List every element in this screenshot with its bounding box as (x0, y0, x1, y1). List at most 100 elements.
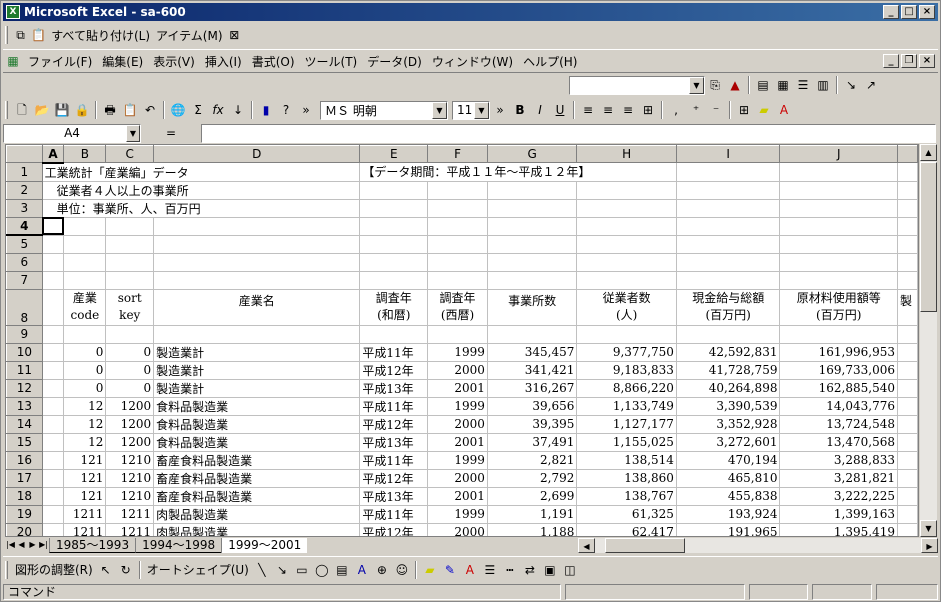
align-right-icon[interactable]: ≡ (620, 102, 636, 118)
autosum-icon[interactable]: Σ (190, 102, 206, 118)
clipart-icon[interactable]: ☺ (394, 562, 410, 578)
font-color-icon[interactable]: A (776, 102, 792, 118)
bold-icon[interactable]: B (512, 102, 528, 118)
cell-employees[interactable]: 62,417 (576, 523, 677, 536)
cell-a[interactable] (42, 505, 65, 524)
cell-employees[interactable]: 1,155,025 (576, 433, 677, 452)
cell-establishments[interactable]: 316,267 (487, 379, 578, 398)
cell-employees[interactable]: 9,183,833 (576, 361, 677, 380)
vertical-scroll-thumb[interactable] (920, 162, 937, 312)
cell-a[interactable] (42, 361, 65, 380)
cell-industry[interactable]: 畜産食料品製造業 (153, 469, 361, 488)
row-header[interactable]: 19 (6, 504, 43, 524)
cell-year-ad[interactable]: 2001 (427, 379, 488, 398)
column-header[interactable]: H (576, 145, 677, 163)
cell-year-ad[interactable]: 1999 (427, 397, 488, 416)
clear-clipboard-icon[interactable]: ⊠ (228, 27, 241, 43)
permission-icon[interactable]: 🔒 (74, 102, 90, 118)
cell-a[interactable] (42, 487, 65, 506)
cell-a[interactable] (42, 325, 65, 344)
row-header[interactable]: 10 (6, 342, 43, 362)
comma-style-icon[interactable]: , (668, 102, 684, 118)
cell-industry[interactable]: 畜産食料品製造業 (153, 487, 361, 506)
cell-year-jp[interactable]: 平成12年 (359, 415, 429, 434)
cell-materials[interactable]: 14,043,776 (779, 397, 898, 416)
formula-input[interactable] (201, 123, 936, 143)
next-sheet-icon[interactable]: ▶ (27, 538, 38, 552)
row-header[interactable]: 3 (6, 198, 43, 218)
cell-year-jp[interactable]: 平成11年 (359, 505, 429, 524)
vertical-scrollbar[interactable]: ▲ ▼ (919, 144, 937, 537)
column-header[interactable]: G (486, 145, 578, 163)
header-sortkey[interactable]: sort key (105, 289, 155, 326)
row-header[interactable]: 8 (6, 288, 43, 326)
maximize-button[interactable]: □ (901, 5, 917, 19)
cell-wages[interactable]: 42,592,831 (676, 343, 781, 362)
cell-a[interactable] (42, 415, 65, 434)
cell-year-ad[interactable]: 1999 (427, 451, 488, 470)
worksheet-grid[interactable]: A B C D E F G H I J 1 工業統計「産業編」データ 【データ期… (5, 144, 919, 537)
cell-a[interactable] (42, 433, 65, 452)
italic-icon[interactable]: I (532, 102, 548, 118)
row-header[interactable]: 18 (6, 486, 43, 506)
cell-materials[interactable]: 3,222,225 (779, 487, 898, 506)
header-year-ad[interactable]: 調査年 (西暦) (427, 289, 488, 326)
3d-icon[interactable]: ◫ (562, 562, 578, 578)
paste-all-icon[interactable]: 📋 (31, 27, 46, 43)
doc-restore-button[interactable]: ❐ (901, 54, 917, 68)
cell-industry[interactable]: 肉製品製造業 (153, 523, 361, 536)
new-file-icon[interactable]: 🗋 (14, 102, 30, 118)
cell-materials[interactable]: 161,996,953 (779, 343, 898, 362)
row-header[interactable]: 2 (6, 180, 43, 200)
cell-next[interactable] (897, 343, 918, 362)
chart-type-icon[interactable]: ▲ (727, 77, 743, 93)
cell-employees[interactable]: 61,325 (576, 505, 677, 524)
doc-minimize-button[interactable]: _ (883, 54, 899, 68)
row-header[interactable]: 9 (6, 324, 43, 344)
header-employees[interactable]: 従業者数 (人) (576, 289, 677, 326)
font-size-select[interactable]: 11 ▼ (452, 100, 490, 120)
cell-materials[interactable]: 169,733,006 (779, 361, 898, 380)
increase-decimal-icon[interactable]: ⁺ (688, 102, 704, 118)
cell-next[interactable] (897, 487, 918, 506)
cell-next[interactable] (897, 469, 918, 488)
menu-window[interactable]: ウィンドウ(W) (427, 51, 518, 71)
cell-code[interactable]: 1211 (63, 523, 107, 536)
scroll-down-icon[interactable]: ▼ (920, 520, 937, 537)
column-header[interactable]: C (105, 145, 155, 163)
data-table-icon[interactable]: ▦ (775, 77, 791, 93)
cell-code[interactable]: 12 (63, 397, 107, 416)
cell-sortkey[interactable]: 1200 (105, 397, 155, 416)
cell-sortkey[interactable] (105, 325, 155, 344)
align-left-icon[interactable]: ≡ (580, 102, 596, 118)
cell-year-ad[interactable]: 2000 (427, 523, 488, 536)
help-icon[interactable]: ? (278, 102, 294, 118)
cell-note[interactable]: 従業者４人以上の事業所 (42, 181, 361, 200)
cell-a[interactable] (42, 343, 65, 362)
scroll-up-icon[interactable]: ▲ (920, 144, 937, 161)
toolbar-gripper[interactable] (5, 101, 8, 119)
angle-text-down-icon[interactable]: ↘ (843, 77, 859, 93)
cell-sortkey[interactable]: 1211 (105, 505, 155, 524)
cell-establishments[interactable]: 2,699 (487, 487, 578, 506)
column-header[interactable]: E (359, 145, 429, 163)
open-folder-icon[interactable]: 📂 (34, 102, 50, 118)
arrow-style-icon[interactable]: ⇄ (522, 562, 538, 578)
angle-text-up-icon[interactable]: ↗ (863, 77, 879, 93)
cell-a[interactable] (42, 451, 65, 470)
toolbar-gripper[interactable] (5, 26, 8, 44)
draw-adjust-menu[interactable]: 図形の調整(R) (12, 560, 96, 580)
cell-year-ad[interactable]: 2001 (427, 487, 488, 506)
cell-industry[interactable]: 食料品製造業 (153, 415, 361, 434)
item-dropdown[interactable]: アイテム(M) (153, 25, 226, 45)
function-icon[interactable]: fx (210, 102, 226, 118)
cell-code[interactable]: 1211 (63, 505, 107, 524)
cell-year-ad[interactable]: 1999 (427, 505, 488, 524)
cell-establishments[interactable]: 2,821 (487, 451, 578, 470)
horizontal-scrollbar[interactable]: ◀ ▶ (578, 537, 938, 553)
cell-employees[interactable]: 138,767 (576, 487, 677, 506)
cell-wages[interactable]: 465,810 (676, 469, 781, 488)
toolbar-options-icon[interactable]: » (492, 102, 508, 118)
cell-industry[interactable]: 製造業計 (153, 343, 361, 362)
cell-next[interactable] (897, 433, 918, 452)
